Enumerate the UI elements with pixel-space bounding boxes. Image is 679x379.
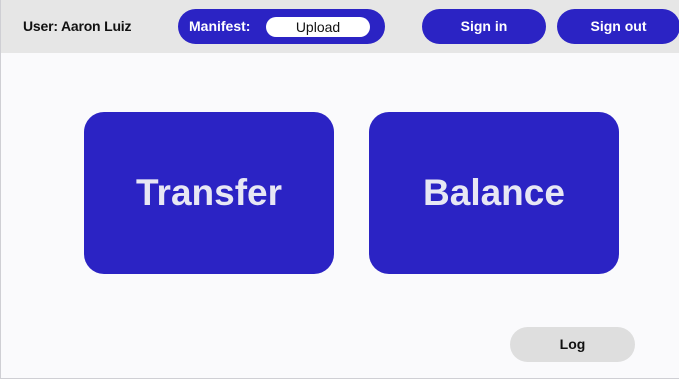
top-bar: User: Aaron Luiz Manifest: Upload Sign i… [1, 0, 679, 53]
manifest-label: Manifest: [189, 18, 251, 34]
manifest-control: Manifest: Upload [178, 9, 385, 44]
transfer-button[interactable]: Transfer [84, 112, 334, 274]
app-window: User: Aaron Luiz Manifest: Upload Sign i… [0, 0, 679, 379]
upload-button[interactable]: Upload [266, 17, 370, 37]
sign-in-button[interactable]: Sign in [422, 9, 546, 44]
balance-button[interactable]: Balance [369, 112, 619, 274]
sign-out-button[interactable]: Sign out [557, 9, 679, 44]
log-button[interactable]: Log [510, 327, 635, 362]
user-label: User: Aaron Luiz [23, 18, 132, 34]
